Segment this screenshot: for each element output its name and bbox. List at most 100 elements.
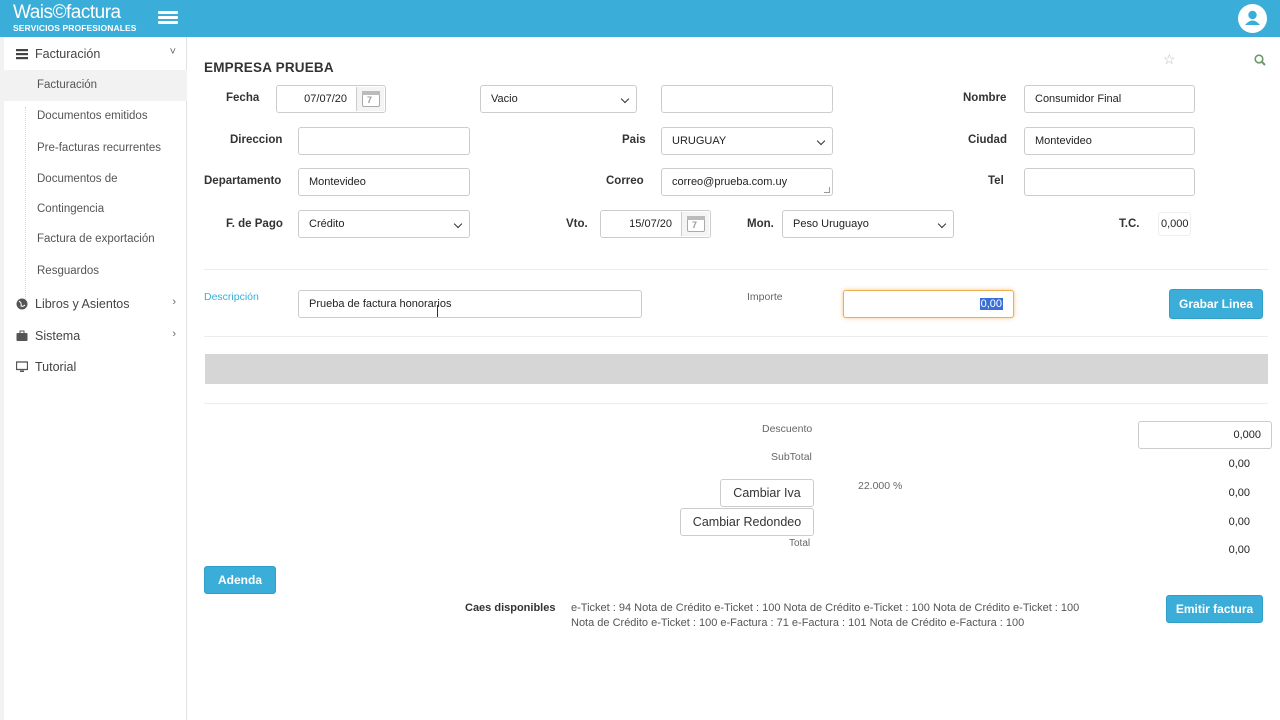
descuento-value: 0,000 [1233,429,1261,441]
briefcase-icon [16,330,28,341]
descripcion-input[interactable]: Prueba de factura honorarios [298,290,642,318]
fpago-label: F. de Pago [226,218,283,230]
grabar-linea-button[interactable]: Grabar Linea [1169,289,1263,319]
calendar-day: 7 [692,220,698,230]
chevron-right-icon: › [172,328,176,340]
fpago-value: Crédito [309,218,345,230]
moneda-select[interactable]: Peso Uruguayo [782,210,954,238]
sidebar-group-label: Sistema [35,329,81,343]
ciudad-value: Montevideo [1035,135,1092,147]
tc-input[interactable]: 0,000 [1158,212,1191,236]
list-icon [16,49,28,60]
importe-input[interactable]: 0,00 [843,290,1014,318]
sidebar-group-label: Facturación [35,47,101,61]
fecha-input[interactable]: 07/07/20 7 [276,85,386,113]
sidebar-item-label: Facturación [37,79,98,91]
adenda-button[interactable]: Adenda [204,566,276,594]
sidebar-group-tutorial[interactable]: Tutorial [4,351,187,383]
brand-subtitle: SERVICIOS PROFESIONALES [13,23,137,33]
brand-name: Wais©factura [13,2,121,23]
cambiar-iva-button[interactable]: Cambiar Iva [720,479,814,507]
calendar-icon[interactable]: 7 [356,87,384,111]
direccion-input[interactable] [298,127,470,155]
calendar-icon[interactable]: 7 [681,212,709,236]
descripcion-label: Descripción [204,291,259,303]
calendar-day: 7 [367,95,373,105]
fecha-value: 07/07/20 [304,93,347,105]
sidebar-group-label: Libros y Asientos [35,297,130,311]
sidebar-item-resguardos[interactable]: Resguardos [4,257,187,288]
sidebar-item-label: Documentos emitidos [37,110,148,122]
fecha-label: Fecha [226,92,260,104]
ciudad-label: Ciudad [968,134,1007,146]
brand-logo[interactable]: Wais©factura SERVICIOS PROFESIONALES [13,2,137,34]
main-content: EMPRESA PRUEBA ☆ Fecha 07/07/20 7 Vacio … [188,37,1280,720]
sidebar-item-documentos-emitidos[interactable]: Documentos emitidos [4,101,187,132]
sidebar: Facturación ˅ Facturación Documentos emi… [0,37,187,720]
menu-toggle-icon[interactable] [158,11,178,26]
departamento-value: Montevideo [309,176,366,188]
iva-value: 0,00 [1228,487,1250,499]
importe-value: 0,00 [979,298,1003,310]
tc-label: T.C. [1119,218,1140,230]
sidebar-group-sistema[interactable]: Sistema › [4,320,187,352]
divider [204,269,1268,270]
resize-grip-icon[interactable] [824,187,830,193]
top-blank-input[interactable] [661,85,833,113]
vacio-select[interactable]: Vacio [480,85,637,113]
divider [204,403,1268,404]
divider [204,336,1268,337]
importe-label: Importe [747,291,783,303]
tc-value: 0,000 [1161,218,1189,230]
descripcion-value: Prueba de factura honorarios [309,298,452,310]
mon-label: Mon. [747,218,774,230]
sidebar-item-contingencia[interactable]: Documentos de Contingencia [4,165,187,225]
nombre-input[interactable]: Consumidor Final [1024,85,1195,113]
sidebar-item-label: Contingencia [37,203,105,215]
sidebar-item-pre-facturas[interactable]: Pre-facturas recurrentes [4,133,187,164]
chevron-down-icon: ˅ [169,46,176,58]
company-title: EMPRESA PRUEBA [204,60,334,75]
star-icon[interactable]: ☆ [1163,51,1176,68]
vacio-value: Vacio [491,93,518,105]
tel-label: Tel [988,175,1004,187]
subtotal-label: SubTotal [771,451,812,463]
ciudad-input[interactable]: Montevideo [1024,127,1195,155]
total-label: Total [789,538,811,549]
moneda-value: Peso Uruguayo [793,218,869,230]
sidebar-group-label: Tutorial [35,360,77,374]
correo-input[interactable]: correo@prueba.com.uy [661,168,833,196]
zoom-icon[interactable] [1254,54,1266,66]
descuento-label: Descuento [762,423,813,435]
descuento-input[interactable]: 0,000 [1138,421,1272,449]
sidebar-item-label: Documentos de [37,173,118,185]
caes-label: Caes disponibles [465,602,556,614]
cambiar-redondeo-button[interactable]: Cambiar Redondeo [680,508,814,536]
fpago-select[interactable]: Crédito [298,210,470,238]
vto-input[interactable]: 15/07/20 7 [600,210,711,238]
departamento-label: Departamento [204,175,282,187]
direccion-label: Direccion [230,134,283,146]
pais-select[interactable]: URUGUAY [661,127,833,155]
user-avatar-icon[interactable] [1238,4,1267,33]
sidebar-group-libros[interactable]: Libros y Asientos › [4,288,187,320]
caes-text: e-Ticket : 94 Nota de Crédito e-Ticket :… [571,602,1080,629]
nombre-value: Consumidor Final [1035,93,1122,105]
nombre-label: Nombre [963,92,1007,104]
sidebar-group-facturacion[interactable]: Facturación ˅ [4,38,187,70]
sidebar-item-label: Pre-facturas recurrentes [37,142,161,154]
sidebar-item-exportacion[interactable]: Factura de exportación [4,225,187,256]
redondeo-value: 0,00 [1228,516,1250,528]
pais-value: URUGUAY [672,135,727,147]
departamento-input[interactable]: Montevideo [298,168,470,196]
iva-rate: 22.000 % [858,480,903,492]
total-value: 0,00 [1228,544,1250,556]
sidebar-item-label: Resguardos [37,265,100,277]
text-cursor [437,305,438,317]
sidebar-item-label: Factura de exportación [37,233,155,245]
monitor-icon [16,361,28,372]
tel-input[interactable] [1024,168,1195,196]
chevron-right-icon: › [172,296,176,308]
emitir-factura-button[interactable]: Emitir factura [1166,595,1263,623]
sidebar-item-facturacion[interactable]: Facturación [4,70,187,101]
